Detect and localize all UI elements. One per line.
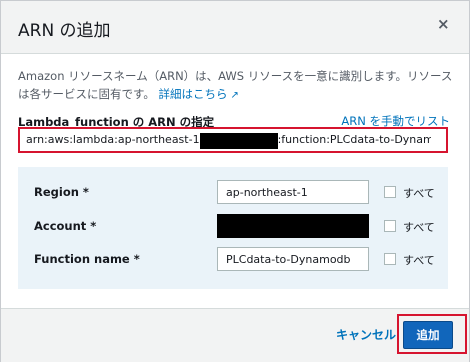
close-icon[interactable]: × — [437, 15, 450, 33]
function-name-all-checkbox[interactable] — [384, 253, 396, 265]
region-all-checkbox[interactable] — [384, 186, 396, 198]
arn-input-outline: arn:aws:lambda:ap-northeast-1 :function:P… — [18, 127, 448, 153]
external-link-icon: ↗ — [230, 90, 239, 101]
account-label: Account * — [34, 219, 97, 233]
cancel-button[interactable]: キャンセル — [336, 326, 396, 343]
arn-value-suffix: :function:PLCdata-to-Dynamodb — [277, 133, 431, 146]
function-name-label: Function name * — [34, 252, 140, 266]
function-name-input[interactable]: PLCdata-to-Dynamodb — [217, 247, 369, 271]
account-all-checkbox[interactable] — [384, 220, 396, 232]
learn-more-link[interactable]: 詳細はこちら ↗ — [159, 87, 239, 101]
function-name-all-label: すべて — [403, 254, 435, 267]
dialog-header: ARN の追加 × — [1, 1, 469, 54]
add-button[interactable]: 追加 — [403, 321, 453, 349]
region-all-label: すべて — [403, 187, 435, 200]
redacted-account — [199, 133, 278, 149]
dialog-title: ARN の追加 — [18, 21, 111, 41]
region-input[interactable]: ap-northeast-1 — [217, 180, 369, 204]
dialog-footer: キャンセル 追加 — [1, 308, 469, 362]
arn-value-prefix: arn:aws:lambda:ap-northeast-1 — [26, 133, 200, 146]
arn-parts-panel: Region * ap-northeast-1 すべて Account * すべ… — [18, 167, 448, 289]
region-label: Region * — [34, 185, 89, 199]
add-arn-dialog: ARN の追加 × Amazon リソースネーム（ARN）は、AWS リソースを… — [0, 0, 470, 362]
description: Amazon リソースネーム（ARN）は、AWS リソースを一意に識別します。リ… — [18, 67, 458, 105]
account-all-label: すべて — [403, 221, 435, 234]
arn-input[interactable]: arn:aws:lambda:ap-northeast-1 :function:P… — [26, 133, 431, 149]
account-input[interactable] — [217, 214, 369, 238]
